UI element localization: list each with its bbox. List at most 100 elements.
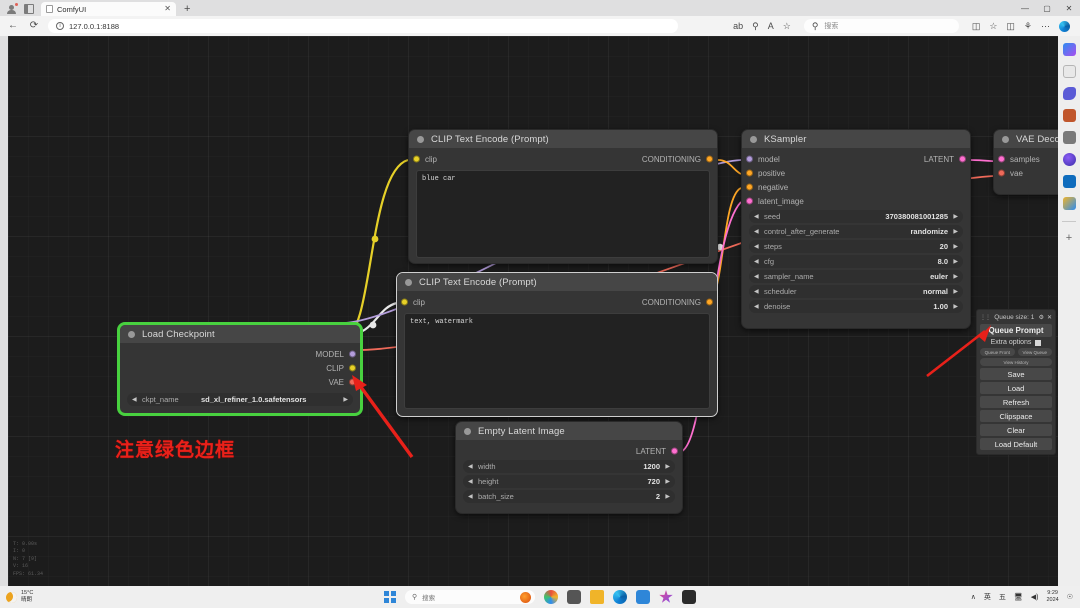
- port-latent-output[interactable]: [671, 447, 678, 455]
- widget-seed[interactable]: ◀ seed 370380081001285 ▶: [749, 210, 963, 223]
- node-ksampler[interactable]: KSampler model LATENT positive negative: [741, 129, 971, 329]
- increment-icon[interactable]: ▶: [953, 214, 958, 220]
- queue-panel[interactable]: ⋮⋮ Queue size: 1 ⚙ ✕ Queue Prompt Extra …: [976, 309, 1056, 455]
- refresh-button[interactable]: Refresh: [980, 396, 1052, 408]
- taskbar-app-taskview[interactable]: [567, 590, 581, 604]
- port-positive-input[interactable]: [746, 169, 753, 177]
- port-latent-output[interactable]: [959, 155, 966, 163]
- queue-prompt-button[interactable]: Queue Prompt: [980, 324, 1052, 337]
- node-collapse-icon[interactable]: [1002, 135, 1009, 143]
- increment-icon[interactable]: ▶: [665, 464, 670, 470]
- maximize-button[interactable]: ▢: [1036, 4, 1058, 13]
- widget-width[interactable]: ◀ width 1200 ▶: [463, 460, 675, 473]
- increment-icon[interactable]: ▶: [953, 229, 958, 235]
- decrement-icon[interactable]: ◀: [754, 244, 759, 250]
- node-vae-decode[interactable]: VAE Deco samples vae: [993, 129, 1058, 195]
- tab-close-icon[interactable]: ✕: [164, 5, 171, 13]
- widget-denoise[interactable]: ◀ denoise 1.00 ▶: [749, 300, 963, 313]
- increment-icon[interactable]: ▶: [343, 397, 348, 403]
- copilot-sidebar-icon[interactable]: [1062, 43, 1076, 56]
- increment-icon[interactable]: ▶: [953, 274, 958, 280]
- drop-sidebar-icon[interactable]: [1062, 153, 1076, 166]
- node-title-bar[interactable]: Empty Latent Image: [456, 422, 682, 440]
- back-icon[interactable]: ←: [6, 21, 20, 31]
- port-vae-output[interactable]: [349, 378, 356, 386]
- volume-icon[interactable]: ◀): [1031, 593, 1039, 601]
- port-clip-output[interactable]: [349, 364, 356, 372]
- clipspace-button[interactable]: Clipspace: [980, 410, 1052, 422]
- address-bar[interactable]: i 127.0.0.1:8188: [48, 19, 678, 33]
- widget-cfg[interactable]: ◀ cfg 8.0 ▶: [749, 255, 963, 268]
- widget-batch-size[interactable]: ◀ batch_size 2 ▶: [463, 490, 675, 503]
- taskbar-clock[interactable]: 9:29 2024: [1046, 590, 1058, 605]
- increment-icon[interactable]: ▶: [665, 479, 670, 485]
- port-clip-input[interactable]: [413, 155, 420, 163]
- tools-sidebar-icon[interactable]: [1062, 109, 1076, 122]
- taskbar-app-store[interactable]: [636, 590, 650, 604]
- port-model-input[interactable]: [746, 155, 753, 163]
- port-vae-input[interactable]: [998, 169, 1005, 177]
- read-aloud-icon[interactable]: ab: [733, 21, 743, 31]
- save-button[interactable]: Save: [980, 368, 1052, 380]
- shopping-sidebar-icon[interactable]: [1062, 87, 1076, 100]
- decrement-icon[interactable]: ◀: [468, 464, 473, 470]
- drag-handle-icon[interactable]: ⋮⋮: [980, 314, 991, 321]
- taskbar-weather-widget[interactable]: 15°C 晴朗: [0, 590, 100, 605]
- font-size-icon[interactable]: A: [768, 21, 774, 31]
- site-info-icon[interactable]: i: [56, 22, 64, 30]
- collections-icon[interactable]: ◫: [1006, 21, 1015, 31]
- widget-ckpt-name[interactable]: ◀ ckpt_name sd_xl_refiner_1.0.safetensor…: [127, 393, 353, 406]
- find-on-page-icon[interactable]: ⚲: [752, 21, 759, 31]
- port-conditioning-output[interactable]: [706, 155, 713, 163]
- start-button-icon[interactable]: [384, 591, 396, 603]
- network-icon[interactable]: 🖥: [1014, 593, 1023, 601]
- decrement-icon[interactable]: ◀: [754, 274, 759, 280]
- node-title-bar[interactable]: CLIP Text Encode (Prompt): [409, 130, 717, 148]
- show-hidden-icons-chevron[interactable]: ∧: [971, 593, 976, 601]
- port-model-output[interactable]: [349, 350, 356, 358]
- extra-options-checkbox[interactable]: [1035, 339, 1042, 346]
- prompt-textarea-negative[interactable]: text, watermark: [404, 313, 710, 409]
- port-clip-input[interactable]: [401, 298, 408, 306]
- port-samples-input[interactable]: [998, 155, 1005, 163]
- node-load-checkpoint[interactable]: Load Checkpoint MODEL CLIP VAE ◀ ckpt_na: [118, 323, 362, 415]
- node-clip-text-encode-negative[interactable]: CLIP Text Encode (Prompt) clip CONDITION…: [396, 272, 718, 417]
- ime-mode-indicator[interactable]: 五: [999, 592, 1006, 602]
- ime-language-indicator[interactable]: 英: [984, 592, 991, 602]
- minimize-button[interactable]: —: [1014, 4, 1036, 13]
- profile-icon[interactable]: [7, 3, 18, 14]
- load-button[interactable]: Load: [980, 382, 1052, 394]
- node-empty-latent-image[interactable]: Empty Latent Image LATENT ◀ width 1200 ▶…: [455, 421, 683, 514]
- split-screen-icon[interactable]: ◫: [972, 21, 981, 31]
- copilot-mascot-icon[interactable]: [520, 591, 531, 603]
- increment-icon[interactable]: ▶: [953, 259, 958, 265]
- widget-scheduler[interactable]: ◀ scheduler normal ▶: [749, 285, 963, 298]
- settings-more-icon[interactable]: ⋯: [1041, 21, 1050, 31]
- node-title-bar[interactable]: KSampler: [742, 130, 970, 148]
- decrement-icon[interactable]: ◀: [468, 479, 473, 485]
- taskbar-search-box[interactable]: ⚲ 搜索: [405, 590, 535, 604]
- view-queue-button[interactable]: View Queue: [1017, 348, 1052, 356]
- tab-actions-icon[interactable]: [24, 4, 34, 14]
- extra-options-row[interactable]: Extra options: [980, 339, 1052, 346]
- node-collapse-icon[interactable]: [750, 135, 757, 143]
- taskbar-app-paint[interactable]: [544, 590, 558, 604]
- close-window-button[interactable]: ✕: [1058, 4, 1080, 13]
- port-negative-input[interactable]: [746, 183, 753, 191]
- increment-icon[interactable]: ▶: [665, 494, 670, 500]
- prompt-textarea-positive[interactable]: blue car: [416, 170, 710, 258]
- close-icon[interactable]: ✕: [1047, 314, 1052, 321]
- decrement-icon[interactable]: ◀: [754, 229, 759, 235]
- browser-essentials-icon[interactable]: ⚘: [1024, 21, 1032, 31]
- increment-icon[interactable]: ▶: [953, 244, 958, 250]
- gear-icon[interactable]: ⚙: [1039, 314, 1044, 321]
- search-sidebar-icon[interactable]: [1062, 65, 1076, 78]
- node-collapse-icon[interactable]: [464, 427, 471, 435]
- queue-panel-header[interactable]: ⋮⋮ Queue size: 1 ⚙ ✕: [980, 312, 1052, 322]
- node-title-bar[interactable]: CLIP Text Encode (Prompt): [397, 273, 717, 291]
- node-collapse-icon[interactable]: [128, 330, 135, 338]
- taskbar-app-terminal[interactable]: [682, 590, 696, 604]
- widget-control-after-generate[interactable]: ◀ control_after_generate randomize ▶: [749, 225, 963, 238]
- node-collapse-icon[interactable]: [405, 278, 412, 286]
- new-tab-button[interactable]: +: [176, 4, 198, 16]
